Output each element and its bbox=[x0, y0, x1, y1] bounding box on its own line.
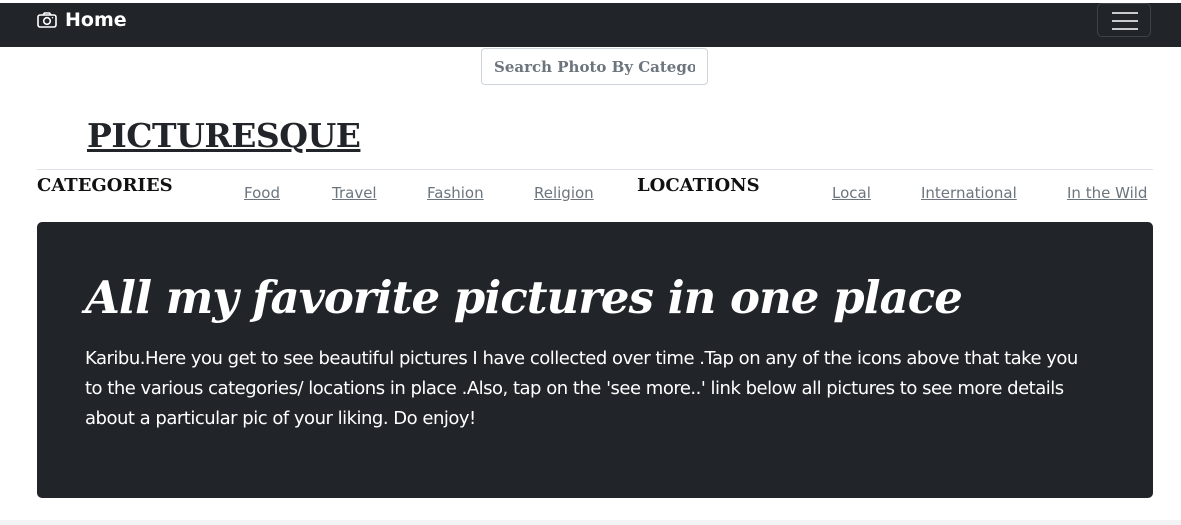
location-link-in-the-wild[interactable]: In the Wild bbox=[1067, 184, 1147, 202]
brand-home-link[interactable]: Home bbox=[37, 7, 127, 33]
search-input[interactable] bbox=[481, 48, 708, 85]
jumbotron-text: Karibu.Here you get to see beautiful pic… bbox=[85, 348, 1078, 429]
category-link-fashion[interactable]: Fashion bbox=[427, 184, 484, 202]
category-link-travel[interactable]: Travel bbox=[332, 184, 377, 202]
location-link-local[interactable]: Local bbox=[832, 184, 871, 202]
brand-label: Home bbox=[65, 9, 127, 31]
divider bbox=[37, 169, 1153, 170]
intro-jumbotron: All my favorite pictures in one place Ka… bbox=[37, 222, 1153, 498]
hamburger-menu-icon-line bbox=[1112, 20, 1138, 22]
hamburger-menu-icon-line bbox=[1112, 28, 1138, 30]
navbar-toggler-button[interactable] bbox=[1097, 3, 1151, 37]
site-title: PICTURESQUE bbox=[87, 116, 361, 155]
page-bottom-edge bbox=[0, 520, 1181, 525]
location-link-international[interactable]: International bbox=[921, 184, 1017, 202]
locations-heading: LOCATIONS bbox=[637, 175, 760, 196]
jumbotron-heading: All my favorite pictures in one place bbox=[85, 271, 963, 324]
camera-icon bbox=[37, 12, 57, 28]
category-link-food[interactable]: Food bbox=[244, 184, 280, 202]
top-navbar: Home bbox=[0, 3, 1181, 47]
categories-heading: CATEGORIES bbox=[37, 175, 173, 196]
hamburger-menu-icon bbox=[1112, 12, 1138, 14]
category-link-religion[interactable]: Religion bbox=[534, 184, 594, 202]
